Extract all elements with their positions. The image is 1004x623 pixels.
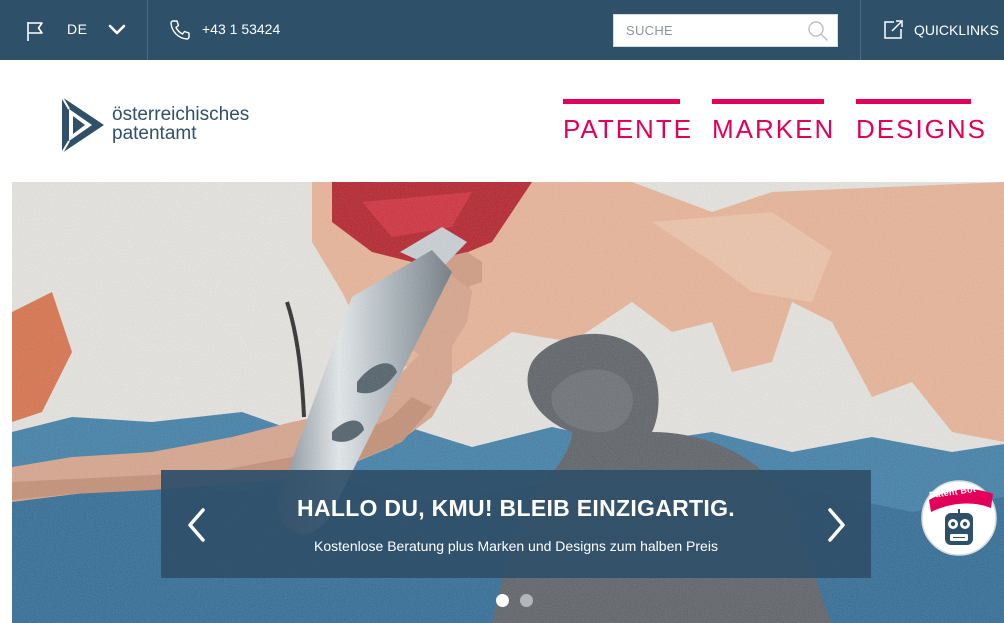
nav-accent-bar	[712, 99, 824, 104]
nav-patente[interactable]: PATENTE	[563, 99, 691, 149]
language-selector[interactable]: DE	[0, 0, 148, 60]
nav-designs[interactable]: DESIGNS	[856, 99, 985, 149]
search-icon[interactable]	[807, 20, 829, 42]
slide-dot-2[interactable]	[520, 594, 533, 607]
nav-label: PATENTE	[563, 114, 694, 144]
nav-label: MARKEN	[712, 114, 836, 144]
slide-dot-1[interactable]	[496, 594, 509, 607]
logo[interactable]: österreichisches patentamt	[58, 95, 278, 155]
phone-icon	[170, 20, 190, 40]
hero-subtitle: Kostenlose Beratung plus Marken und Desi…	[314, 538, 718, 554]
patent-bot-button[interactable]: Patent Bot	[919, 478, 999, 558]
flag-icon	[27, 22, 43, 41]
hero-title[interactable]: HALLO DU, KMU! BLEIB EINZIGARTIG.	[161, 495, 871, 522]
chevron-down-icon[interactable]	[108, 23, 126, 37]
hero-caption: HALLO DU, KMU! BLEIB EINZIGARTIG. Kosten…	[161, 470, 871, 578]
top-bar: DE +43 1 53424 QUICKLINKS	[0, 0, 1004, 60]
logo-text-line1: österreichisches	[112, 104, 250, 125]
phone-number-link[interactable]: +43 1 53424	[202, 21, 280, 37]
nav-accent-bar	[563, 99, 680, 104]
logo-text-line2: patentamt	[112, 123, 197, 144]
quicklinks-link[interactable]: QUICKLINKS	[914, 22, 999, 38]
nav-label: DESIGNS	[856, 114, 988, 144]
search-input[interactable]	[614, 15, 806, 46]
external-link-icon[interactable]	[882, 19, 904, 41]
nav-marken[interactable]: MARKEN	[712, 99, 833, 149]
search-box	[613, 14, 838, 47]
language-label: DE	[67, 21, 88, 37]
topbar-divider	[860, 0, 861, 60]
nav-accent-bar	[856, 99, 971, 104]
logo-mark-icon	[61, 96, 104, 154]
chevron-right-icon[interactable]	[825, 507, 849, 543]
